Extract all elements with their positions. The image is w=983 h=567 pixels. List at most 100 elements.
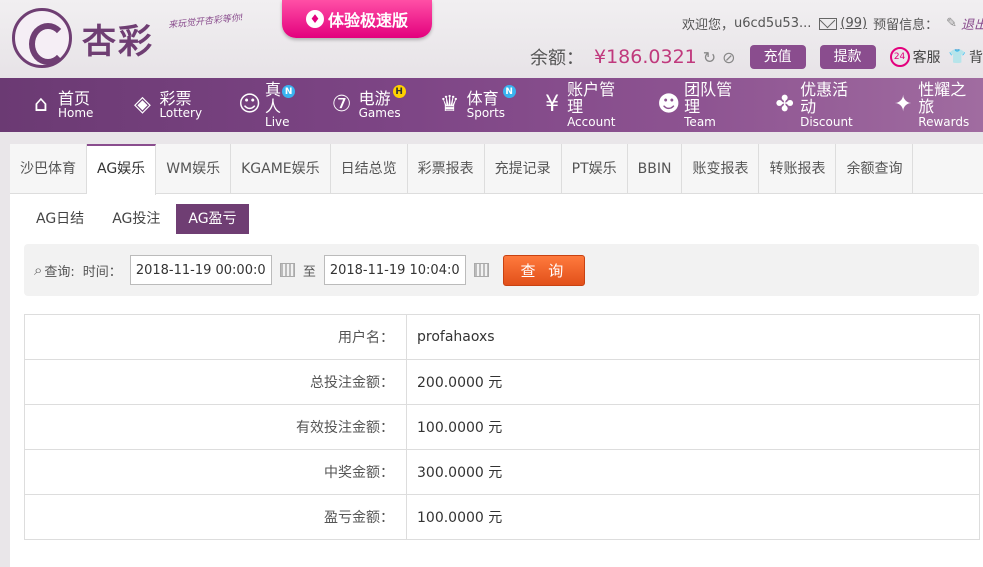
subtab-ag-bets[interactable]: AG投注: [100, 204, 172, 234]
nav-label: 性耀之旅: [918, 79, 967, 117]
row-value: 200.0000 元: [406, 359, 980, 405]
search-icon: ⌕: [34, 261, 43, 279]
balance-value: ¥186.0321: [594, 46, 697, 68]
reserve-info-label: 预留信息：: [873, 18, 939, 33]
customer-service-link[interactable]: 24 客服: [889, 47, 941, 67]
username: u6cd5u53...: [734, 16, 812, 31]
row-value: profahaoxs: [406, 314, 980, 360]
nav-account[interactable]: ¥ 账户管理 Account: [515, 78, 631, 132]
report-tabs: 沙巴体育 AG娱乐 WM娱乐 KGAME娱乐 日结总览 彩票报表 充提记录 PT…: [10, 144, 983, 195]
calendar-icon[interactable]: [473, 263, 489, 277]
tab-lottery-report[interactable]: 彩票报表: [408, 144, 485, 194]
nav-sublabel: Games: [358, 106, 401, 121]
logo-mark-icon: [12, 8, 72, 68]
nav-team[interactable]: ☻ 团队管理 Team: [631, 78, 747, 132]
row-value: 300.0000 元: [406, 449, 980, 495]
gift-icon: ✤: [775, 92, 794, 117]
nav-label: 团队管理: [684, 79, 733, 117]
nav-sublabel: Sports: [466, 106, 506, 121]
ag-subtabs: AG日结 AG投注 AG盈亏: [24, 204, 983, 234]
table-row: 用户名： profahaoxs: [24, 314, 980, 360]
nav-sublabel: Lottery: [159, 106, 203, 121]
row-label: 有效投注金额：: [24, 404, 407, 450]
nav-games[interactable]: ⑦ 电游 Games H: [303, 78, 411, 132]
background-label: 背景: [969, 50, 983, 66]
table-row: 中奖金额： 300.0000 元: [24, 449, 980, 495]
tab-account-change-report[interactable]: 账变报表: [682, 144, 760, 194]
tab-deposit-withdraw-records[interactable]: 充提记录: [485, 144, 562, 194]
to-label: 至: [302, 264, 316, 280]
nav-live[interactable]: ☺ 真人 Live N: [212, 78, 303, 132]
top-header: 杏彩 来玩觉开杏彩等你! ♦ 体验极速版 欢迎您， u6cd5u53... (9…: [0, 0, 983, 78]
nav-sublabel: Discount: [800, 115, 853, 129]
nav-home[interactable]: ⌂ 首页 Home: [0, 78, 103, 132]
nav-sublabel: Rewards: [918, 115, 970, 129]
team-icon: ☻: [657, 92, 681, 117]
row-label: 中奖金额：: [24, 449, 407, 495]
background-link[interactable]: 👕 背景: [949, 47, 983, 67]
nav-lottery[interactable]: ◈ 彩票 Lottery: [103, 78, 212, 132]
profit-loss-table: 用户名： profahaoxs 总投注金额： 200.0000 元 有效投注金额…: [24, 314, 980, 540]
query-button[interactable]: 查 询: [502, 254, 585, 286]
table-row: 有效投注金额： 100.0000 元: [24, 404, 980, 450]
main-nav: ⌂ 首页 Home ◈ 彩票 Lottery ☺ 真人 Live N ⑦ 电游 Game…: [0, 78, 983, 132]
subtab-ag-daily[interactable]: AG日结: [24, 204, 96, 234]
eye-hide-icon[interactable]: ⊘: [722, 48, 735, 67]
yen-icon: ¥: [545, 92, 560, 117]
promo-fast-version-button[interactable]: ♦ 体验极速版: [282, 0, 432, 38]
end-date-input[interactable]: [323, 255, 466, 285]
person-icon: ☺: [238, 92, 262, 117]
start-date-input[interactable]: [129, 255, 272, 285]
edit-icon[interactable]: ✎: [946, 16, 957, 31]
tab-ag-entertainment[interactable]: AG娱乐: [87, 144, 157, 195]
deposit-button[interactable]: 充值: [749, 45, 806, 69]
calendar-icon[interactable]: [279, 263, 295, 277]
nav-sublabel: Account: [567, 115, 616, 129]
nav-discount[interactable]: ✤ 优惠活动 Discount: [747, 78, 866, 132]
withdraw-button[interactable]: 提款: [819, 45, 876, 69]
query-bar: ⌕ 查询: 时间： 至 查 询: [24, 244, 979, 296]
welcome-line: 欢迎您， u6cd5u53... (99) 预留信息： ✎ 退出: [682, 14, 983, 33]
ticket-icon: ◈: [133, 92, 151, 117]
table-row: 盈亏金额： 100.0000 元: [24, 494, 980, 540]
nav-sublabel: Home: [58, 106, 94, 121]
nav-label: 首页: [58, 88, 91, 108]
row-label: 用户名：: [24, 314, 407, 360]
logo[interactable]: 杏彩: [12, 8, 154, 68]
tab-daily-overview[interactable]: 日结总览: [331, 144, 408, 194]
report-panel: 沙巴体育 AG娱乐 WM娱乐 KGAME娱乐 日结总览 彩票报表 充提记录 PT…: [10, 144, 983, 567]
time-label: 时间：: [82, 264, 122, 280]
tab-saba-sports[interactable]: 沙巴体育: [10, 144, 87, 194]
tab-transfer-report[interactable]: 转账报表: [759, 144, 837, 194]
welcome-text: 欢迎您，: [682, 18, 735, 33]
table-row: 总投注金额： 200.0000 元: [24, 359, 980, 405]
tab-kgame-entertainment[interactable]: KGAME娱乐: [231, 144, 331, 194]
tab-wm-entertainment[interactable]: WM娱乐: [156, 144, 232, 194]
mail-icon[interactable]: [819, 17, 838, 30]
tab-balance-query[interactable]: 余额查询: [836, 144, 914, 194]
24h-service-icon: 24: [889, 47, 910, 67]
trophy-icon: ♛: [439, 92, 460, 117]
new-badge: N: [282, 85, 296, 98]
logout-link[interactable]: 退出: [961, 14, 983, 33]
balance-label: 余额：: [530, 48, 584, 69]
seven-icon: ⑦: [331, 92, 352, 117]
nav-sports[interactable]: ♛ 体育 Sports N: [411, 78, 516, 132]
nav-label: 体育: [466, 88, 499, 108]
home-icon: ⌂: [34, 92, 48, 117]
row-label: 总投注金额：: [24, 359, 407, 405]
tab-bbin[interactable]: BBIN: [628, 144, 683, 194]
tab-pt-entertainment[interactable]: PT娱乐: [562, 144, 628, 194]
flame-icon: ♦: [305, 10, 324, 28]
nav-label: 彩票: [159, 88, 192, 108]
rewards-icon: ✦: [893, 92, 913, 117]
nav-label: 账户管理: [567, 79, 616, 117]
refresh-icon[interactable]: ↻: [703, 48, 716, 67]
balance-line: 余额： ¥186.0321 ↻ ⊘ 充值 提款 24 客服 👕 背景: [530, 44, 983, 70]
message-count[interactable]: (99): [840, 16, 867, 31]
subtab-ag-profit-loss[interactable]: AG盈亏: [176, 204, 249, 234]
nav-rewards[interactable]: ✦ 性耀之旅 Rewards: [866, 78, 983, 132]
promo-label: 体验极速版: [327, 11, 408, 30]
nav-sublabel: Team: [684, 115, 716, 129]
new-badge: N: [502, 85, 516, 98]
